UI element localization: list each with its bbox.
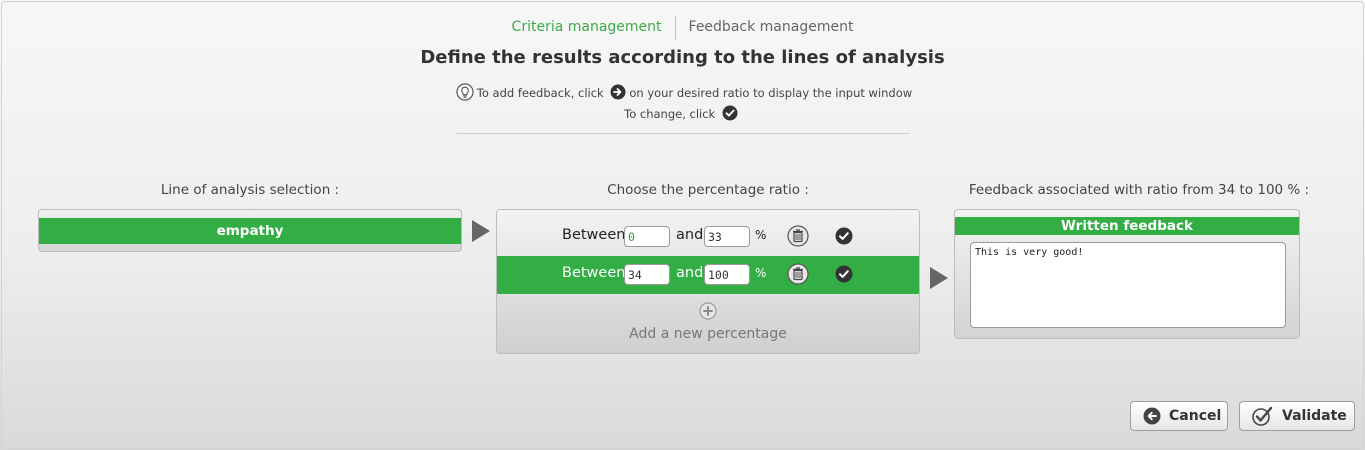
validate-label: Validate	[1282, 408, 1347, 424]
check-circle-icon[interactable]	[835, 265, 853, 287]
arrow-circle-right-icon	[610, 84, 626, 103]
ratio-min-input[interactable]	[624, 264, 670, 285]
add-percentage-label: Add a new percentage	[629, 326, 787, 342]
percentage-ratio-panel: Between and % Between and % Add a new pe…	[496, 209, 920, 354]
between-label: Between	[562, 265, 626, 281]
check-circle-icon	[722, 105, 738, 124]
checkmark-icon	[1252, 406, 1274, 426]
hint-text-2: To change, click	[624, 107, 716, 121]
plus-circle-icon	[699, 302, 717, 324]
hint-text-1b: on your desired ratio to display the inp…	[629, 86, 913, 100]
ratio-min-input[interactable]	[624, 226, 670, 247]
header-separator	[457, 133, 910, 134]
cancel-button[interactable]: Cancel	[1130, 401, 1228, 431]
tab-feedback-management[interactable]: Feedback management	[676, 16, 867, 40]
tab-bar: Criteria management Feedback management	[0, 16, 1365, 40]
hint-line-change: To change, click	[0, 105, 1365, 124]
and-label: and	[676, 227, 704, 243]
ratio-max-input[interactable]	[704, 264, 750, 285]
feedback-textarea[interactable]: This is very good!	[970, 242, 1286, 328]
check-circle-icon[interactable]	[835, 227, 853, 249]
percent-label: %	[755, 228, 767, 242]
lightbulb-icon	[456, 83, 474, 104]
percentage-ratio-label: Choose the percentage ratio :	[607, 182, 809, 198]
back-arrow-icon	[1143, 407, 1161, 425]
percent-label: %	[755, 266, 767, 280]
hint-line-add-feedback: To add feedback, click on your desired r…	[0, 83, 1365, 104]
ratio-row[interactable]: Between and %	[497, 218, 919, 256]
add-percentage-button[interactable]: Add a new percentage	[497, 302, 919, 342]
line-of-analysis-label: Line of analysis selection :	[160, 182, 340, 198]
validate-button[interactable]: Validate	[1239, 401, 1355, 431]
ratio-row-selected[interactable]: Between and %	[497, 256, 919, 294]
line-of-analysis-list: empathy	[38, 209, 462, 252]
arrow-right-icon	[472, 220, 490, 242]
and-label: and	[676, 265, 704, 281]
line-of-analysis-item[interactable]: empathy	[39, 218, 461, 244]
page-title: Define the results according to the line…	[420, 47, 945, 68]
feedback-header: Written feedback	[955, 217, 1299, 235]
feedback-panel: Written feedback This is very good!	[954, 209, 1300, 339]
trash-icon[interactable]	[787, 263, 809, 289]
arrow-right-icon	[930, 267, 948, 289]
feedback-ratio-label: Feedback associated with ratio from 34 t…	[968, 182, 1310, 198]
hint-text-1a: To add feedback, click	[476, 86, 604, 100]
trash-icon[interactable]	[787, 225, 809, 251]
cancel-label: Cancel	[1169, 408, 1222, 424]
between-label: Between	[562, 227, 626, 243]
tab-criteria-management[interactable]: Criteria management	[499, 16, 676, 40]
ratio-max-input[interactable]	[704, 226, 750, 247]
